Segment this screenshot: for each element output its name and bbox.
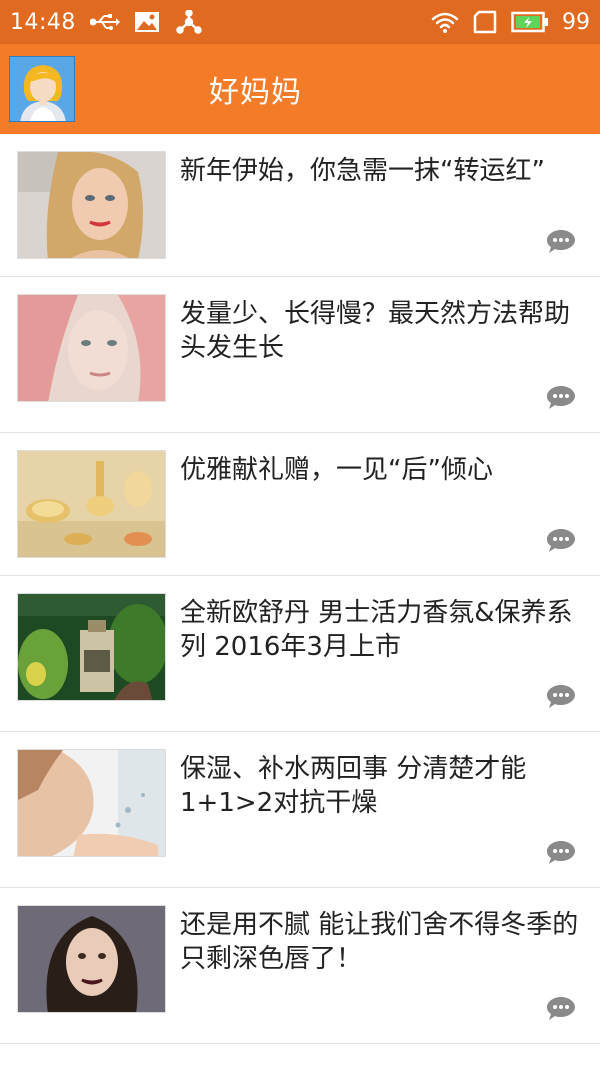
article-thumbnail bbox=[17, 905, 166, 1013]
list-item[interactable]: 发量少、长得慢？最天然方法帮助头发生长 bbox=[0, 277, 600, 433]
list-item[interactable]: 保湿、补水两回事 分清楚才能1+1>2对抗干燥 bbox=[0, 732, 600, 888]
wifi-icon bbox=[430, 7, 460, 37]
app-bar: 好妈妈 bbox=[0, 44, 600, 134]
comment-icon[interactable] bbox=[546, 228, 576, 254]
article-thumbnail bbox=[17, 593, 166, 701]
list-item[interactable]: 全新欧舒丹 男士活力香氛&保养系列 2016年3月上市 bbox=[0, 576, 600, 732]
article-title[interactable]: 还是用不腻 能让我们舍不得冬季的只剩深色唇了！ bbox=[180, 908, 588, 976]
image-icon bbox=[132, 7, 162, 37]
usb-icon bbox=[89, 7, 120, 37]
sim-icon bbox=[470, 7, 500, 37]
app-title: 好妈妈 bbox=[209, 75, 302, 110]
comment-icon[interactable] bbox=[546, 527, 576, 553]
share-icon bbox=[174, 7, 204, 37]
comment-icon[interactable] bbox=[546, 839, 576, 865]
article-thumbnail bbox=[17, 450, 166, 558]
article-thumbnail bbox=[17, 749, 166, 857]
comment-icon[interactable] bbox=[546, 683, 576, 709]
battery-percent: 99 bbox=[562, 9, 590, 35]
article-thumbnail bbox=[17, 294, 166, 402]
article-thumbnail bbox=[17, 151, 166, 259]
comment-icon[interactable] bbox=[546, 995, 576, 1021]
list-item[interactable]: 优雅献礼赠，一见“后”倾心 bbox=[0, 433, 600, 576]
battery-icon bbox=[510, 7, 550, 37]
list-item[interactable]: 新年伊始，你急需一抹“转运红” bbox=[0, 134, 600, 277]
article-title[interactable]: 新年伊始，你急需一抹“转运红” bbox=[180, 154, 588, 188]
article-title[interactable]: 优雅献礼赠，一见“后”倾心 bbox=[180, 453, 588, 487]
comment-icon[interactable] bbox=[546, 384, 576, 410]
list-item[interactable]: 还是用不腻 能让我们舍不得冬季的只剩深色唇了！ bbox=[0, 888, 600, 1044]
avatar-girl-icon[interactable] bbox=[9, 56, 75, 122]
status-bar: 14:48 99 bbox=[0, 0, 600, 44]
article-list: 新年伊始，你急需一抹“转运红” 发量少、长得慢？最天然方法帮助头发生长 优雅献礼… bbox=[0, 134, 600, 1044]
article-title[interactable]: 全新欧舒丹 男士活力香氛&保养系列 2016年3月上市 bbox=[180, 596, 588, 664]
status-time: 14:48 bbox=[10, 9, 76, 35]
article-title[interactable]: 发量少、长得慢？最天然方法帮助头发生长 bbox=[180, 297, 588, 365]
article-title[interactable]: 保湿、补水两回事 分清楚才能1+1>2对抗干燥 bbox=[180, 752, 588, 820]
